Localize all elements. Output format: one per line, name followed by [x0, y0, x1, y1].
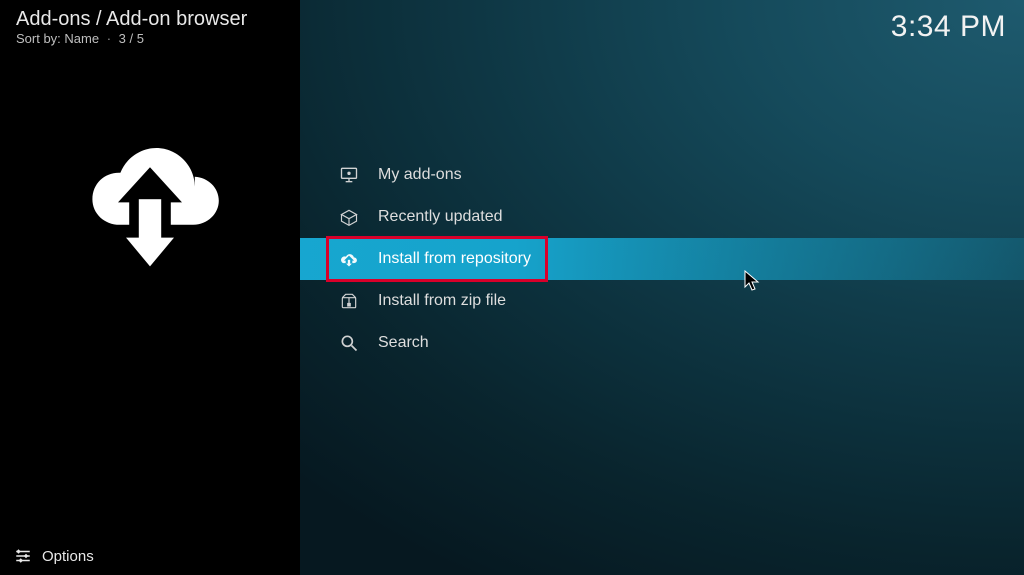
sort-value: Name: [64, 31, 99, 46]
sort-prefix: Sort by:: [16, 31, 64, 46]
open-box-icon: [338, 207, 360, 227]
menu-item-install-from-repository[interactable]: Install from repository: [300, 238, 1024, 280]
menu-list: My add-ons Recently updated: [300, 154, 1024, 364]
separator-dot: ·: [103, 31, 115, 46]
search-icon: [338, 333, 360, 353]
list-position: 3 / 5: [119, 31, 144, 46]
main-panel: 3:34 PM My add-ons: [300, 0, 1024, 575]
menu-item-recently-updated[interactable]: Recently updated: [300, 196, 1024, 238]
clock: 3:34 PM: [891, 10, 1006, 44]
options-button[interactable]: Options: [14, 547, 94, 565]
options-sliders-icon: [14, 547, 32, 565]
menu-item-label: Install from zip file: [378, 292, 506, 310]
options-label: Options: [42, 548, 94, 565]
menu-item-label: Install from repository: [378, 250, 531, 268]
menu-item-my-addons[interactable]: My add-ons: [300, 154, 1024, 196]
menu-item-label: Search: [378, 334, 429, 352]
zip-file-icon: [338, 291, 360, 311]
cloud-download-icon: [338, 249, 360, 269]
monitor-icon: [338, 165, 360, 185]
menu-item-install-from-zip[interactable]: Install from zip file: [300, 280, 1024, 322]
menu-item-label: My add-ons: [378, 166, 462, 184]
sort-line: Sort by: Name · 3 / 5: [0, 31, 300, 46]
sidebar: Add-ons / Add-on browser Sort by: Name ·…: [0, 0, 300, 575]
breadcrumb: Add-ons / Add-on browser: [0, 0, 300, 31]
cloud-download-hero-icon: [0, 116, 300, 276]
menu-item-search[interactable]: Search: [300, 322, 1024, 364]
menu-item-label: Recently updated: [378, 208, 503, 226]
